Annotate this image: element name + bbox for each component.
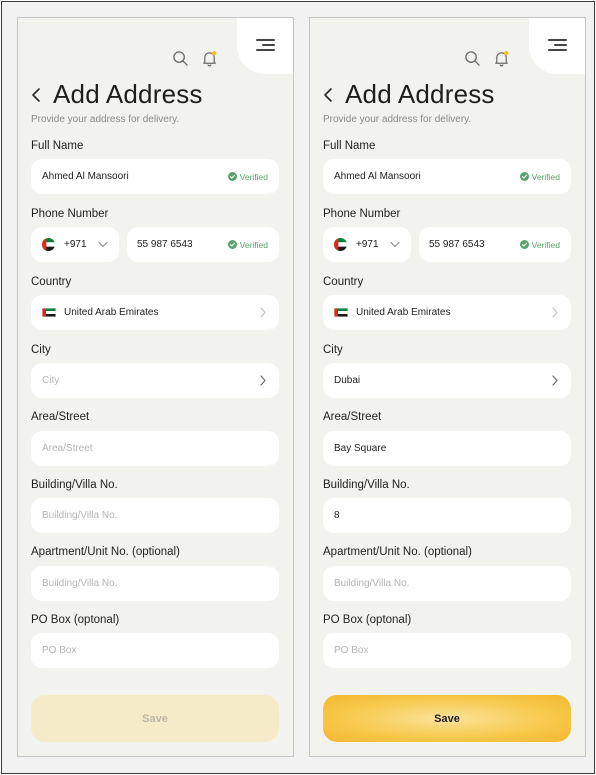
menu-icon[interactable]	[548, 38, 567, 52]
phone-number-field[interactable]: 55 987 6543 Verified	[127, 227, 279, 262]
comparison-frame: Add Address Provide your address for del…	[1, 1, 595, 774]
area-street-field[interactable]: Area/Street	[31, 431, 279, 466]
verified-text: Verified	[239, 171, 268, 182]
address-screen-filled: Add Address Provide your address for del…	[309, 17, 586, 757]
search-icon[interactable]	[172, 50, 189, 67]
city-value: Dubai	[334, 375, 361, 386]
full-name-field[interactable]: Ahmed Al Mansoori Verified	[323, 159, 571, 194]
bell-icon[interactable]	[493, 50, 510, 67]
verified-badge: Verified	[519, 171, 560, 182]
save-button[interactable]: Save	[323, 695, 571, 742]
country-code-select[interactable]: +971	[323, 227, 411, 262]
country-select[interactable]: United Arab Emirates	[31, 295, 279, 330]
apartment-placeholder: Building/Villa No.	[42, 578, 118, 589]
po-box-placeholder: PO Box	[42, 645, 77, 656]
building-value: 8	[334, 510, 340, 521]
po-box-field[interactable]: PO Box	[323, 633, 571, 668]
check-circle-icon	[519, 240, 529, 249]
check-circle-icon	[227, 172, 237, 181]
uae-flag-icon	[42, 238, 55, 251]
page-subtitle: Provide your address for delivery.	[31, 114, 180, 125]
phone-number-value: 55 987 6543	[429, 239, 485, 250]
po-box-label: PO Box (optonal)	[323, 614, 412, 626]
chevron-down-icon	[390, 241, 400, 248]
verified-text: Verified	[531, 239, 560, 250]
phone-label: Phone Number	[31, 208, 109, 220]
page-title: Add Address	[345, 79, 495, 109]
menu-tab[interactable]	[237, 18, 293, 74]
country-label: Country	[31, 276, 72, 288]
menu-tab[interactable]	[529, 18, 585, 74]
country-label: Country	[323, 276, 364, 288]
full-name-field[interactable]: Ahmed Al Mansoori Verified	[31, 159, 279, 194]
po-box-label: PO Box (optonal)	[31, 614, 120, 626]
apartment-field[interactable]: Building/Villa No.	[31, 566, 279, 601]
full-name-value: Ahmed Al Mansoori	[334, 171, 421, 182]
country-select[interactable]: United Arab Emirates	[323, 295, 571, 330]
country-code-value: +971	[356, 239, 379, 250]
apartment-field[interactable]: Building/Villa No.	[323, 566, 571, 601]
verified-badge: Verified	[227, 239, 268, 250]
top-icons	[172, 50, 218, 67]
phone-label: Phone Number	[323, 208, 401, 220]
city-placeholder: City	[42, 375, 60, 386]
apartment-label: Apartment/Unit No. (optional)	[323, 546, 472, 558]
city-select[interactable]: Dubai	[323, 363, 571, 398]
page-subtitle: Provide your address for delivery.	[323, 114, 472, 125]
uae-flag-icon	[334, 308, 348, 317]
po-box-field[interactable]: PO Box	[31, 633, 279, 668]
back-arrow-icon[interactable]	[322, 86, 336, 104]
top-icons	[464, 50, 510, 67]
area-placeholder: Area/Street	[42, 443, 93, 454]
phone-number-value: 55 987 6543	[137, 239, 193, 250]
address-screen-empty: Add Address Provide your address for del…	[17, 17, 294, 757]
apartment-placeholder: Building/Villa No.	[334, 578, 410, 589]
header: Add Address	[322, 79, 495, 110]
country-value: United Arab Emirates	[64, 307, 159, 318]
apartment-label: Apartment/Unit No. (optional)	[31, 546, 180, 558]
uae-flag-icon	[42, 308, 56, 317]
check-circle-icon	[227, 240, 237, 249]
area-value: Bay Square	[334, 443, 387, 454]
city-label: City	[323, 344, 343, 356]
area-label: Area/Street	[323, 411, 382, 423]
check-circle-icon	[519, 172, 529, 181]
header: Add Address	[30, 79, 203, 110]
uae-flag-icon	[334, 238, 347, 251]
full-name-value: Ahmed Al Mansoori	[42, 171, 129, 182]
page-title: Add Address	[53, 79, 203, 109]
verified-badge: Verified	[227, 171, 268, 182]
chevron-right-icon	[552, 307, 558, 318]
chevron-right-icon	[260, 375, 266, 386]
full-name-label: Full Name	[323, 140, 376, 152]
building-field[interactable]: Building/Villa No.	[31, 498, 279, 533]
phone-number-field[interactable]: 55 987 6543 Verified	[419, 227, 571, 262]
chevron-right-icon	[552, 375, 558, 386]
building-label: Building/Villa No.	[323, 479, 410, 491]
country-code-select[interactable]: +971	[31, 227, 119, 262]
area-label: Area/Street	[31, 411, 90, 423]
chevron-right-icon	[260, 307, 266, 318]
search-icon[interactable]	[464, 50, 481, 67]
building-placeholder: Building/Villa No.	[42, 510, 118, 521]
area-street-field[interactable]: Bay Square	[323, 431, 571, 466]
full-name-label: Full Name	[31, 140, 84, 152]
verified-text: Verified	[239, 239, 268, 250]
country-value: United Arab Emirates	[356, 307, 451, 318]
chevron-down-icon	[98, 241, 108, 248]
menu-icon[interactable]	[256, 38, 275, 52]
save-button[interactable]: Save	[31, 695, 279, 742]
city-select[interactable]: City	[31, 363, 279, 398]
back-arrow-icon[interactable]	[30, 86, 44, 104]
verified-text: Verified	[531, 171, 560, 182]
building-field[interactable]: 8	[323, 498, 571, 533]
bell-icon[interactable]	[201, 50, 218, 67]
country-code-value: +971	[64, 239, 87, 250]
city-label: City	[31, 344, 51, 356]
po-box-placeholder: PO Box	[334, 645, 369, 656]
building-label: Building/Villa No.	[31, 479, 118, 491]
verified-badge: Verified	[519, 239, 560, 250]
